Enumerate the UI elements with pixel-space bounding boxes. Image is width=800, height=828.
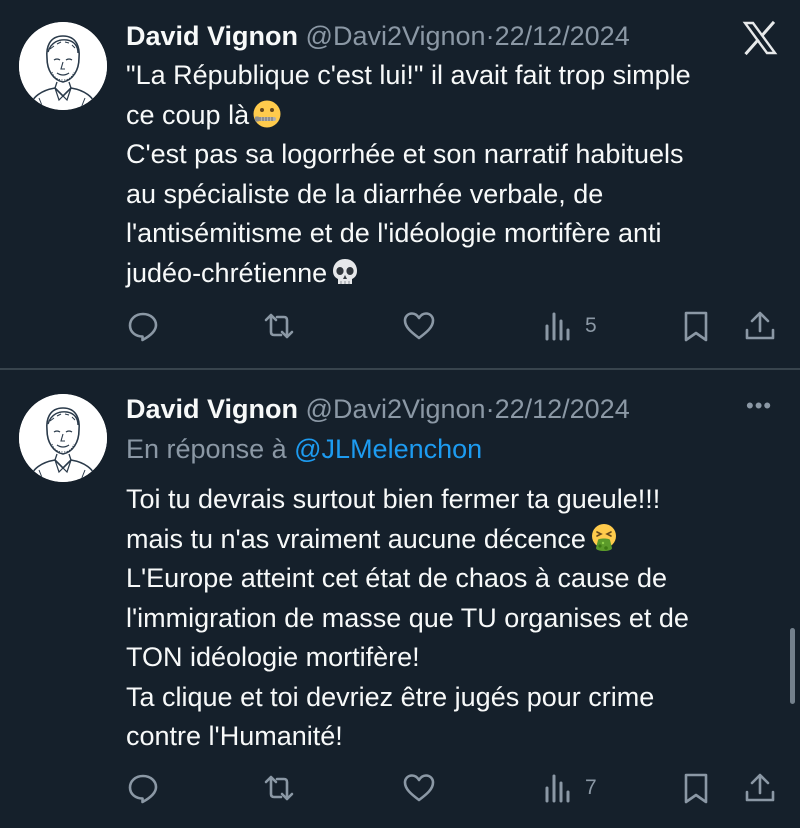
skull-icon: [330, 257, 360, 287]
tweet-text-fragment: judéo-chrétienne: [126, 257, 328, 288]
share-button[interactable]: [743, 768, 777, 808]
tweet-text-line: "La République c'est lui!" il avait fait…: [126, 60, 691, 90]
bookmark-icon: [684, 773, 708, 804]
like-icon: [403, 774, 435, 802]
tweet-actions: 5: [0, 306, 800, 346]
like-icon: [403, 312, 435, 340]
views-icon: [545, 312, 570, 341]
tweet-text-line: L'Europe atteint cet état de chaos à cau…: [126, 563, 668, 593]
reply-icon: [128, 312, 158, 342]
bookmark-icon: [684, 311, 708, 342]
tweet-text-fragment: ce coup là: [126, 99, 250, 130]
tweet-text-line: l'immigration de masse que TU organises …: [126, 602, 689, 633]
tweet-text: "La République c'est lui!" il avait fait…: [126, 56, 786, 293]
views-count: 7: [585, 776, 597, 799]
x-logo-icon[interactable]: [742, 20, 778, 56]
tweet-text-line: Toi tu devrais surtout bien fermer ta gu…: [126, 484, 661, 514]
avatar[interactable]: [19, 394, 107, 482]
views-button[interactable]: 7: [542, 768, 597, 808]
views-icon: [545, 774, 570, 803]
tweet-text-line: ce coup là: [126, 96, 786, 136]
zipper-mouth-face-icon: [252, 99, 282, 129]
tweet-text-line: au spécialiste de la diarrhée verbale, d…: [126, 178, 604, 209]
retweet-icon: [264, 313, 294, 339]
tweet-text-line: mais tu n'as vraiment aucune décence: [126, 520, 786, 560]
tweet-text-fragment: mais tu n'as vraiment aucune décence: [126, 523, 586, 554]
separator: ·: [485, 21, 495, 51]
vomiting-face-icon: [589, 523, 619, 553]
author-handle[interactable]: @Davi2Vignon: [306, 394, 486, 424]
tweet-text-line: Ta clique et toi devriez être jugés pour…: [126, 681, 655, 712]
author-name[interactable]: David Vignon: [126, 394, 298, 424]
reply-button[interactable]: [126, 306, 160, 346]
tweet-text-line: judéo-chrétienne: [126, 254, 786, 294]
reply-prefix: En réponse à: [126, 434, 287, 464]
tweet-actions: 7: [0, 768, 800, 808]
tweet-header: David Vignon @Davi2Vignon·22/12/2024: [126, 392, 720, 426]
tweet[interactable]: David Vignon @Davi2Vignon·22/12/2024 •••…: [0, 370, 800, 828]
views-button[interactable]: 5: [542, 306, 597, 346]
like-button[interactable]: [402, 768, 436, 808]
retweet-icon: [264, 775, 294, 801]
tweet-text-line: l'antisémitisme et de l'idéologie mortif…: [126, 218, 662, 248]
retweet-button[interactable]: [262, 768, 296, 808]
reply-icon: [128, 774, 158, 804]
bookmark-button[interactable]: [679, 768, 713, 808]
tweet-text-line: TON idéologie mortifère!: [126, 642, 420, 672]
separator: ·: [485, 394, 495, 424]
more-options-icon[interactable]: •••: [746, 395, 772, 417]
tweet-text-line: contre l'Humanité!: [126, 721, 343, 751]
tweet[interactable]: David Vignon @Davi2Vignon·22/12/2024 "La…: [0, 0, 800, 368]
author-handle[interactable]: @Davi2Vignon: [306, 21, 486, 51]
like-button[interactable]: [402, 306, 436, 346]
retweet-button[interactable]: [262, 306, 296, 346]
views-count: 5: [585, 314, 597, 337]
reply-button[interactable]: [126, 768, 160, 808]
bookmark-button[interactable]: [679, 306, 713, 346]
reply-mention-link[interactable]: @JLMelenchon: [294, 434, 482, 464]
tweet-date[interactable]: 22/12/2024: [495, 21, 630, 51]
share-icon: [745, 311, 775, 340]
share-button[interactable]: [743, 306, 777, 346]
tweet-header: David Vignon @Davi2Vignon·22/12/2024: [126, 19, 720, 53]
reply-context: En réponse à @JLMelenchon: [126, 432, 482, 466]
scrollbar[interactable]: [790, 628, 795, 704]
tweet-date[interactable]: 22/12/2024: [495, 394, 630, 424]
tweet-text-line: C'est pas sa logorrhée et son narratif h…: [126, 139, 684, 169]
share-icon: [745, 773, 775, 802]
avatar[interactable]: [19, 22, 107, 110]
author-name[interactable]: David Vignon: [126, 21, 298, 51]
tweet-text: Toi tu devrais surtout bien fermer ta gu…: [126, 480, 786, 757]
